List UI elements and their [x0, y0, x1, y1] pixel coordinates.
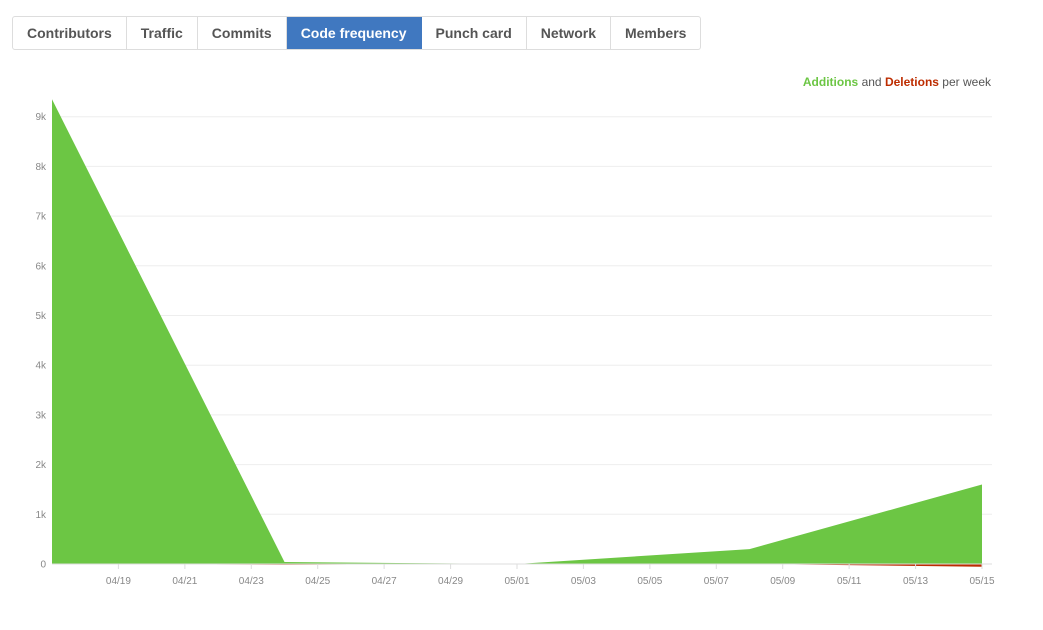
y-tick-label: 7k: [35, 212, 47, 223]
y-tick-label: 3k: [35, 410, 47, 421]
x-tick-label: 05/03: [571, 576, 596, 587]
x-tick-label: 04/27: [372, 576, 397, 587]
x-tick-label: 04/29: [438, 576, 463, 587]
y-tick-label: 0: [40, 560, 46, 571]
code-frequency-chart: 0 1k 2k 3k 4k 5k 6k 7k 8k 9k 04/19 04/21 04/23 04/25 0…: [35, 99, 995, 587]
x-tick-label: 04/19: [106, 576, 131, 587]
x-tick-label: 05/05: [637, 576, 662, 587]
y-tick-label: 1k: [35, 510, 47, 521]
x-tick-label: 05/09: [770, 576, 795, 587]
x-tick-label: 05/15: [969, 576, 994, 587]
x-tick-label: 04/21: [172, 576, 197, 587]
code-frequency-page: Contributors Traffic Commits Code frequency…: [0, 0, 1043, 630]
x-tick-label: 04/23: [239, 576, 264, 587]
y-tick-label: 8k: [35, 162, 47, 173]
x-tick-label: 05/11: [837, 576, 862, 587]
additions-area: [52, 99, 982, 565]
x-tick-label: 05/01: [504, 576, 529, 587]
y-tick-label: 6k: [35, 261, 47, 272]
y-tick-label: 9k: [35, 112, 47, 123]
x-tick-label: 04/25: [305, 576, 330, 587]
x-tick-label: 05/07: [704, 576, 729, 587]
x-tick-label: 05/13: [903, 576, 928, 587]
y-tick-label: 5k: [35, 311, 47, 322]
y-tick-label: 4k: [35, 361, 47, 372]
y-tick-label: 2k: [35, 460, 47, 471]
